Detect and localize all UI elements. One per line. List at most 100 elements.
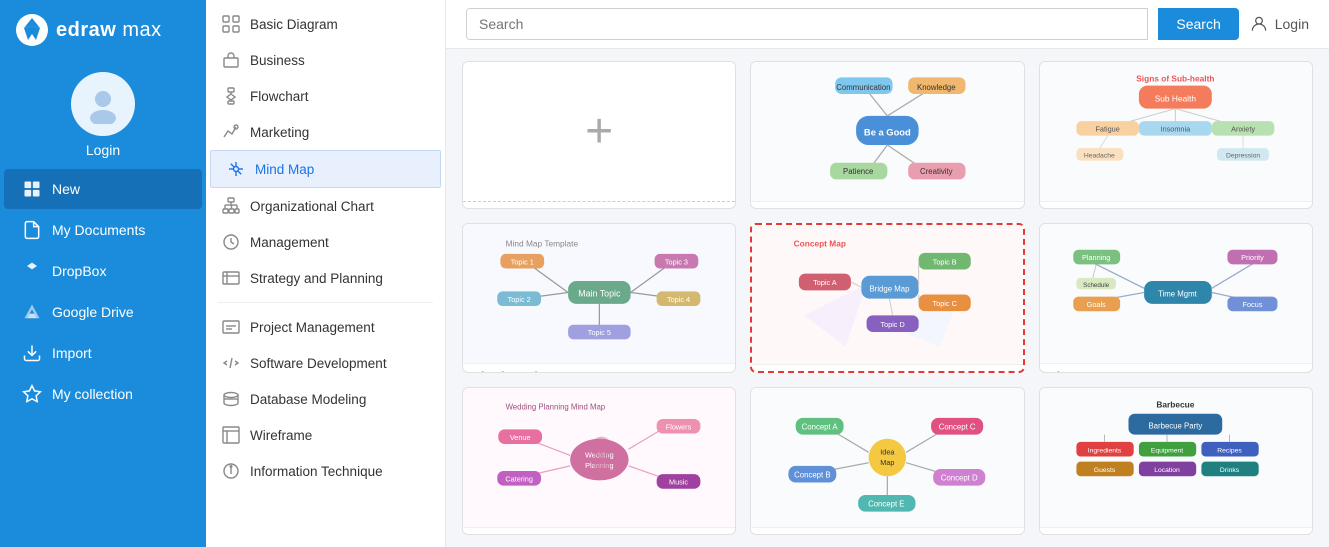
topbar-login[interactable]: Login (1249, 14, 1309, 34)
svg-text:Concept C: Concept C (939, 422, 976, 431)
cat-database-modeling-label: Database Modeling (250, 392, 366, 407)
svg-text:Equipment: Equipment (1151, 447, 1183, 454)
svg-text:Venue: Venue (510, 433, 531, 442)
sidebar-item-my-documents[interactable]: My Documents (4, 210, 202, 250)
card-title: Sub Health Mind Map (1050, 208, 1170, 209)
category-divider (218, 302, 433, 303)
svg-text:Signs of Sub-health: Signs of Sub-health (1137, 74, 1215, 84)
svg-text:Guests: Guests (1094, 467, 1116, 474)
template-card-time-management[interactable]: Time Mgmt Planning Goals Priority (1039, 223, 1313, 373)
cat-mind-map[interactable]: Mind Map (210, 150, 441, 188)
template-card-new[interactable]: + (462, 61, 736, 209)
template-card-simple-topics[interactable]: Mind Map Template Main Topic Topic 1 Top… (462, 223, 736, 373)
sidebar: edraw max Login New My Documents DropBox… (0, 0, 206, 547)
cat-flowchart[interactable]: Flowchart (206, 78, 445, 114)
sidebar-item-import[interactable]: Import (4, 333, 202, 373)
card-title: Concept Map Fifteen (762, 371, 878, 373)
svg-text:Fatigue: Fatigue (1096, 125, 1120, 134)
cat-business[interactable]: Business (206, 42, 445, 78)
card-preview-sub-health: Signs of Sub-health Sub Health Fatigue I… (1040, 62, 1312, 202)
svg-text:Map: Map (880, 458, 894, 467)
cat-database-modeling[interactable]: Database Modeling (206, 381, 445, 417)
card-info-idea-map: Idea Map Free (751, 528, 1023, 535)
sidebar-item-new[interactable]: New (4, 169, 202, 209)
card-badge: Free (702, 371, 725, 373)
sidebar-item-google-drive[interactable]: Google Drive (4, 292, 202, 332)
card-title: Be a Good Teacher (761, 208, 868, 209)
card-preview-wedding-planning: Wedding Planning Mind Map Wedding Planni… (463, 388, 735, 528)
new-card-preview: + (463, 62, 735, 202)
logo-text: edraw max (56, 19, 162, 42)
card-preview-simple-topics: Mind Map Template Main Topic Topic 1 Top… (463, 224, 735, 364)
sidebar-login-label[interactable]: Login (86, 142, 120, 158)
svg-text:Drinks: Drinks (1220, 467, 1240, 474)
svg-text:Topic 3: Topic 3 (665, 257, 688, 266)
svg-text:Topic 4: Topic 4 (667, 295, 690, 304)
sidebar-item-dropbox-label: DropBox (52, 263, 106, 279)
cat-flowchart-label: Flowchart (250, 89, 309, 104)
cat-project-management[interactable]: Project Management (206, 309, 445, 345)
svg-text:Planning: Planning (1082, 253, 1110, 262)
svg-text:Topic 5: Topic 5 (588, 328, 611, 337)
card-title: Wedding Planning Mind Map (473, 534, 633, 535)
template-card-sub-health[interactable]: Signs of Sub-health Sub Health Fatigue I… (1039, 61, 1313, 209)
cat-software-development[interactable]: Software Development (206, 345, 445, 381)
template-card-be-a-good-teacher[interactable]: Be a Good Communication Knowledge Patien… (750, 61, 1024, 209)
topbar: Search Login (446, 0, 1329, 49)
sidebar-item-my-collection[interactable]: My collection (4, 374, 202, 414)
cat-marketing-label: Marketing (250, 125, 309, 140)
cat-basic-diagram[interactable]: Basic Diagram (206, 6, 445, 42)
cat-strategy-planning-label: Strategy and Planning (250, 271, 383, 286)
svg-text:Concept A: Concept A (802, 422, 839, 431)
sidebar-item-google-drive-label: Google Drive (52, 304, 134, 320)
svg-text:Topic B: Topic B (933, 257, 957, 266)
svg-text:Topic D: Topic D (881, 320, 905, 329)
cat-wireframe[interactable]: Wireframe (206, 417, 445, 453)
cat-marketing[interactable]: Marketing (206, 114, 445, 150)
template-card-concept-map[interactable]: Concept Map Bridge Map Topic B Topic C (750, 223, 1024, 373)
cat-management-label: Management (250, 235, 329, 250)
sidebar-item-new-label: New (52, 181, 80, 197)
search-box (466, 8, 1148, 40)
sidebar-item-my-documents-label: My Documents (52, 222, 145, 238)
svg-text:Sub Health: Sub Health (1155, 93, 1197, 103)
svg-text:Depression: Depression (1226, 153, 1260, 160)
svg-text:Topic A: Topic A (813, 278, 837, 287)
svg-text:Location: Location (1155, 467, 1181, 474)
search-input[interactable] (467, 9, 1147, 39)
card-preview-barbecue: Barbecue Barbecue Party Ingredients Equi… (1040, 388, 1312, 528)
category-panel: Basic Diagram Business Flowchart Marketi… (206, 0, 446, 547)
template-card-idea-map[interactable]: Idea Map Concept A Concept B Concept C (750, 387, 1024, 535)
logo-area: edraw max (0, 0, 206, 60)
sidebar-item-dropbox[interactable]: DropBox (4, 251, 202, 291)
card-badge: Free (989, 372, 1012, 373)
svg-text:Insomnia: Insomnia (1161, 125, 1191, 134)
svg-text:Flowers: Flowers (666, 422, 692, 431)
card-info-wedding-planning: Wedding Planning Mind Map Free (463, 528, 735, 535)
cat-org-chart-label: Organizational Chart (250, 199, 374, 214)
cat-strategy-planning[interactable]: Strategy and Planning (206, 260, 445, 296)
cat-information-technique[interactable]: Information Technique (206, 453, 445, 489)
card-preview-idea-map: Idea Map Concept A Concept B Concept C (751, 388, 1023, 528)
sidebar-navigation: New My Documents DropBox Google Drive Im… (0, 168, 206, 547)
svg-text:Mind Map Template: Mind Map Template (505, 239, 578, 249)
template-card-barbecue[interactable]: Barbecue Barbecue Party Ingredients Equi… (1039, 387, 1313, 535)
svg-text:Concept D: Concept D (941, 473, 978, 482)
search-button[interactable]: Search (1158, 8, 1238, 40)
template-card-wedding-planning[interactable]: Wedding Planning Mind Map Wedding Planni… (462, 387, 736, 535)
svg-text:Catering: Catering (505, 474, 533, 483)
cat-project-management-label: Project Management (250, 320, 375, 335)
cat-business-label: Business (250, 53, 305, 68)
card-title: Barbecue (1050, 534, 1104, 535)
cat-management[interactable]: Management (206, 224, 445, 260)
svg-text:Main Topic: Main Topic (578, 289, 621, 299)
cat-mind-map-label: Mind Map (255, 162, 314, 177)
svg-text:Concept Map: Concept Map (794, 239, 846, 249)
svg-text:Barbecue: Barbecue (1157, 400, 1195, 410)
cat-org-chart[interactable]: Organizational Chart (206, 188, 445, 224)
svg-text:Creativity: Creativity (920, 167, 953, 176)
plus-icon: + (585, 108, 613, 156)
svg-text:Music: Music (669, 478, 688, 487)
svg-text:Topic 1: Topic 1 (511, 257, 534, 266)
svg-text:Priority: Priority (1242, 253, 1265, 262)
